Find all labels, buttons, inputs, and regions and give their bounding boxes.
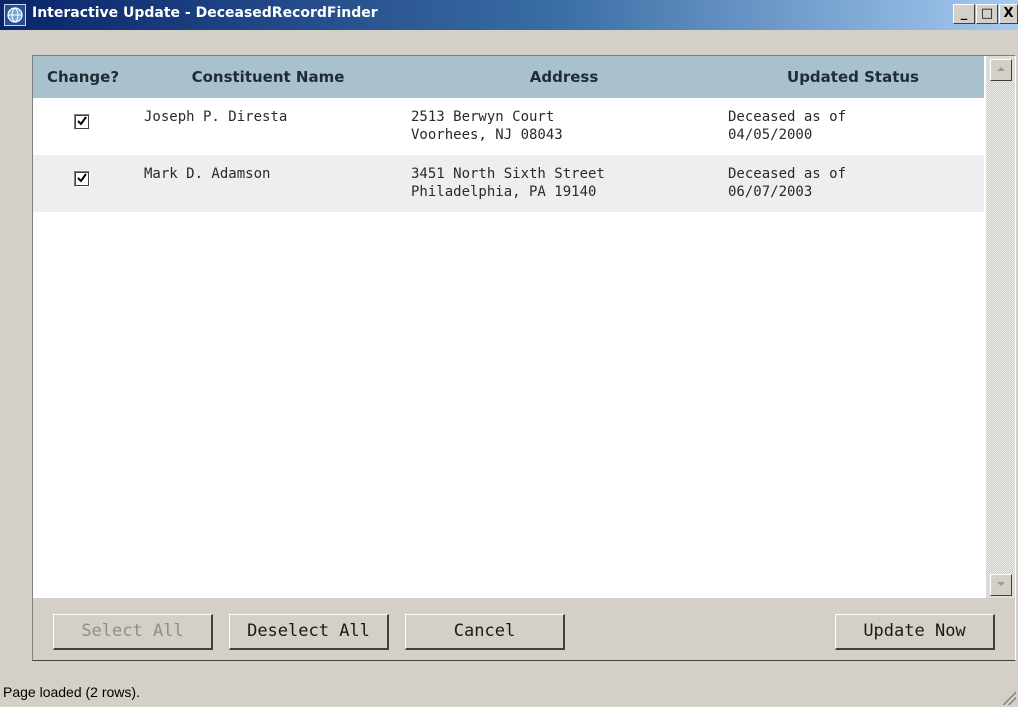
updated-status: Deceased as of 06/07/2003 [728,165,846,201]
address: 3451 North Sixth Street Philadelphia, PA… [411,165,605,201]
column-header-constituent-name[interactable]: Constituent Name [137,56,399,98]
table-row[interactable]: Mark D. Adamson 3451 North Sixth Street … [33,155,984,212]
change-checkbox[interactable] [74,114,90,130]
address-line-1: 3451 North Sixth Street [411,166,605,182]
status-line-1: Deceased as of [728,109,847,125]
minimize-button[interactable]: _ [953,4,975,24]
checkmark-icon [77,173,87,183]
scroll-down-button[interactable] [990,574,1012,596]
checkmark-icon [77,116,87,126]
window-title: Interactive Update - DeceasedRecordFinde… [32,5,378,21]
vertical-scrollbar[interactable] [986,56,1015,598]
column-header-updated-status[interactable]: Updated Status [723,56,983,98]
scroll-down-arrow-icon [997,582,1005,586]
address-line-1: 2513 Berwyn Court [411,109,555,125]
status-bar-text: Page loaded (2 rows). [3,684,140,700]
status-line-2: 06/07/2003 [728,184,813,200]
address-line-2: Philadelphia, PA 19140 [411,184,597,200]
button-bar: Select All Deselect All Cancel Update No… [33,598,1015,660]
select-all-button[interactable]: Select All [53,614,213,650]
updated-status: Deceased as of 04/05/2000 [728,108,846,144]
title-bar[interactable]: Interactive Update - DeceasedRecordFinde… [0,0,1018,30]
cancel-button[interactable]: Cancel [405,614,565,650]
address-line-2: Voorhees, NJ 08043 [411,127,563,143]
update-panel: Change? Constituent Name Address Updated… [32,55,1016,661]
status-line-1: Deceased as of [728,166,847,182]
deselect-all-button[interactable]: Deselect All [229,614,389,650]
grid-header: Change? Constituent Name Address Updated… [33,56,984,98]
status-line-2: 04/05/2000 [728,127,813,143]
column-header-address[interactable]: Address [409,56,719,98]
globe-icon [7,7,23,23]
table-row[interactable]: Joseph P. Diresta 2513 Berwyn Court Voor… [33,98,984,155]
update-now-button[interactable]: Update Now [835,614,995,650]
change-checkbox[interactable] [74,171,90,187]
address: 2513 Berwyn Court Voorhees, NJ 08043 [411,108,563,144]
column-header-change[interactable]: Change? [33,56,133,98]
app-icon [4,4,26,26]
scroll-up-button[interactable] [990,59,1012,81]
constituent-name: Joseph P. Diresta [144,109,288,125]
close-button[interactable]: X [999,4,1018,24]
maximize-button[interactable]: □ [976,4,998,24]
constituent-name: Mark D. Adamson [144,166,271,182]
scroll-up-arrow-icon [997,67,1005,71]
resize-grip-icon[interactable] [1002,691,1016,705]
